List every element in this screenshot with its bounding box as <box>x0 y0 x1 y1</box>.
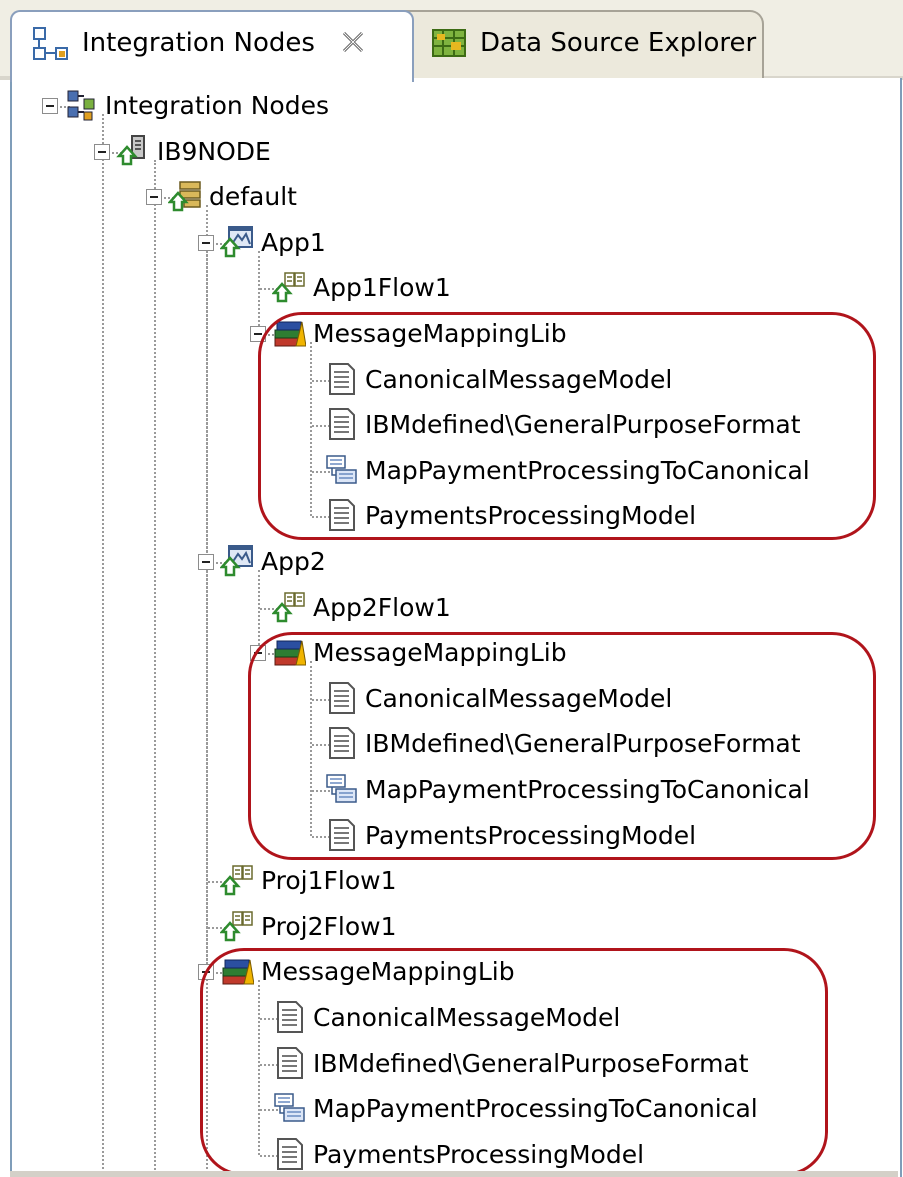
tree-node-label[interactable]: MapPaymentProcessingToCanonical <box>313 1094 758 1124</box>
tree-connector-vertical <box>258 980 260 1155</box>
collapse-toggle[interactable] <box>198 554 214 570</box>
application-icon <box>219 544 254 578</box>
document-icon <box>324 362 358 396</box>
document-icon <box>324 498 358 532</box>
tree-node-label[interactable]: PaymentsProcessingModel <box>313 1140 644 1170</box>
message-flow-icon <box>219 863 254 897</box>
tree-node-label[interactable]: App2 <box>261 547 326 577</box>
tree-node-label[interactable]: MessageMappingLib <box>261 957 515 987</box>
tree-node-label[interactable]: IBMdefined\GeneralPurposeFormat <box>365 729 801 759</box>
tree-node-label[interactable]: Proj2Flow1 <box>261 912 397 942</box>
map-icon <box>324 772 358 806</box>
panel-bottom-edge <box>10 1171 898 1177</box>
tree-node-label[interactable]: Proj1Flow1 <box>261 866 397 896</box>
tree-connector-vertical <box>258 570 260 654</box>
collapse-toggle[interactable] <box>198 964 214 981</box>
tab-data-source-explorer[interactable]: Data Source Explorer <box>385 10 764 78</box>
tree-node-label[interactable]: default <box>209 182 297 212</box>
document-icon <box>324 726 358 760</box>
tree-node-label[interactable]: CanonicalMessageModel <box>313 1003 620 1033</box>
library-icon <box>272 635 307 669</box>
tree-node-label[interactable]: MapPaymentProcessingToCanonical <box>365 456 810 486</box>
integration-node-icon <box>116 134 150 168</box>
tree-node-label[interactable]: PaymentsProcessingModel <box>365 821 696 851</box>
collapse-toggle[interactable] <box>250 326 266 342</box>
tree-connector-vertical <box>154 197 156 1177</box>
view-tab-bar: Data Source Explorer Integration Nodes <box>0 0 903 82</box>
tree-connector-vertical <box>310 661 312 836</box>
collapse-toggle[interactable] <box>94 143 110 160</box>
document-icon <box>272 1046 306 1080</box>
close-icon[interactable] <box>340 26 366 56</box>
message-flow-icon <box>271 270 306 304</box>
data-source-explorer-icon <box>432 29 466 57</box>
tree-node-label[interactable]: Integration Nodes <box>105 91 329 121</box>
integration-nodes-icon <box>33 27 68 60</box>
tree-node-label[interactable]: IB9NODE <box>157 137 271 167</box>
application-icon <box>219 225 254 259</box>
document-icon <box>272 1137 306 1171</box>
integration-nodes-icon <box>64 88 98 122</box>
message-flow-icon <box>271 590 306 624</box>
tree-node-label[interactable]: App1Flow1 <box>313 273 451 303</box>
tree-node-label[interactable]: IBMdefined\GeneralPurposeFormat <box>365 410 801 440</box>
collapse-toggle[interactable] <box>250 645 266 662</box>
library-icon <box>272 316 307 350</box>
tree-node-label[interactable]: MessageMappingLib <box>313 638 567 668</box>
tab-integration-nodes[interactable]: Integration Nodes <box>10 10 414 82</box>
tree-node-label[interactable]: PaymentsProcessingModel <box>365 501 696 531</box>
tree-node-label[interactable]: App1 <box>261 228 326 258</box>
document-icon <box>324 681 358 715</box>
tree-node-label[interactable]: App2Flow1 <box>313 593 451 623</box>
tree-node-label[interactable]: CanonicalMessageModel <box>365 684 672 714</box>
tree-node-label[interactable]: MapPaymentProcessingToCanonical <box>365 775 810 805</box>
collapse-toggle[interactable] <box>146 189 162 206</box>
map-icon <box>272 1091 306 1125</box>
message-flow-icon <box>219 909 254 943</box>
tree-node-label[interactable]: CanonicalMessageModel <box>365 365 672 395</box>
document-icon <box>324 818 358 852</box>
map-icon <box>324 453 358 487</box>
library-icon <box>220 954 255 988</box>
tab-label: Integration Nodes <box>82 28 315 58</box>
integration-server-icon <box>167 179 202 213</box>
tree-connector-vertical <box>102 151 104 1177</box>
tree-connector-vertical <box>310 342 312 517</box>
tree-connector-vertical <box>258 250 260 334</box>
collapse-toggle[interactable] <box>198 234 214 251</box>
collapse-toggle[interactable] <box>42 98 58 114</box>
tab-label: Data Source Explorer <box>480 28 757 58</box>
tree-node-label[interactable]: MessageMappingLib <box>313 319 567 349</box>
document-icon <box>272 1000 306 1034</box>
document-icon <box>324 407 358 441</box>
tree-connector-vertical <box>206 242 208 1177</box>
tree-node-label[interactable]: IBMdefined\GeneralPurposeFormat <box>313 1049 749 1079</box>
